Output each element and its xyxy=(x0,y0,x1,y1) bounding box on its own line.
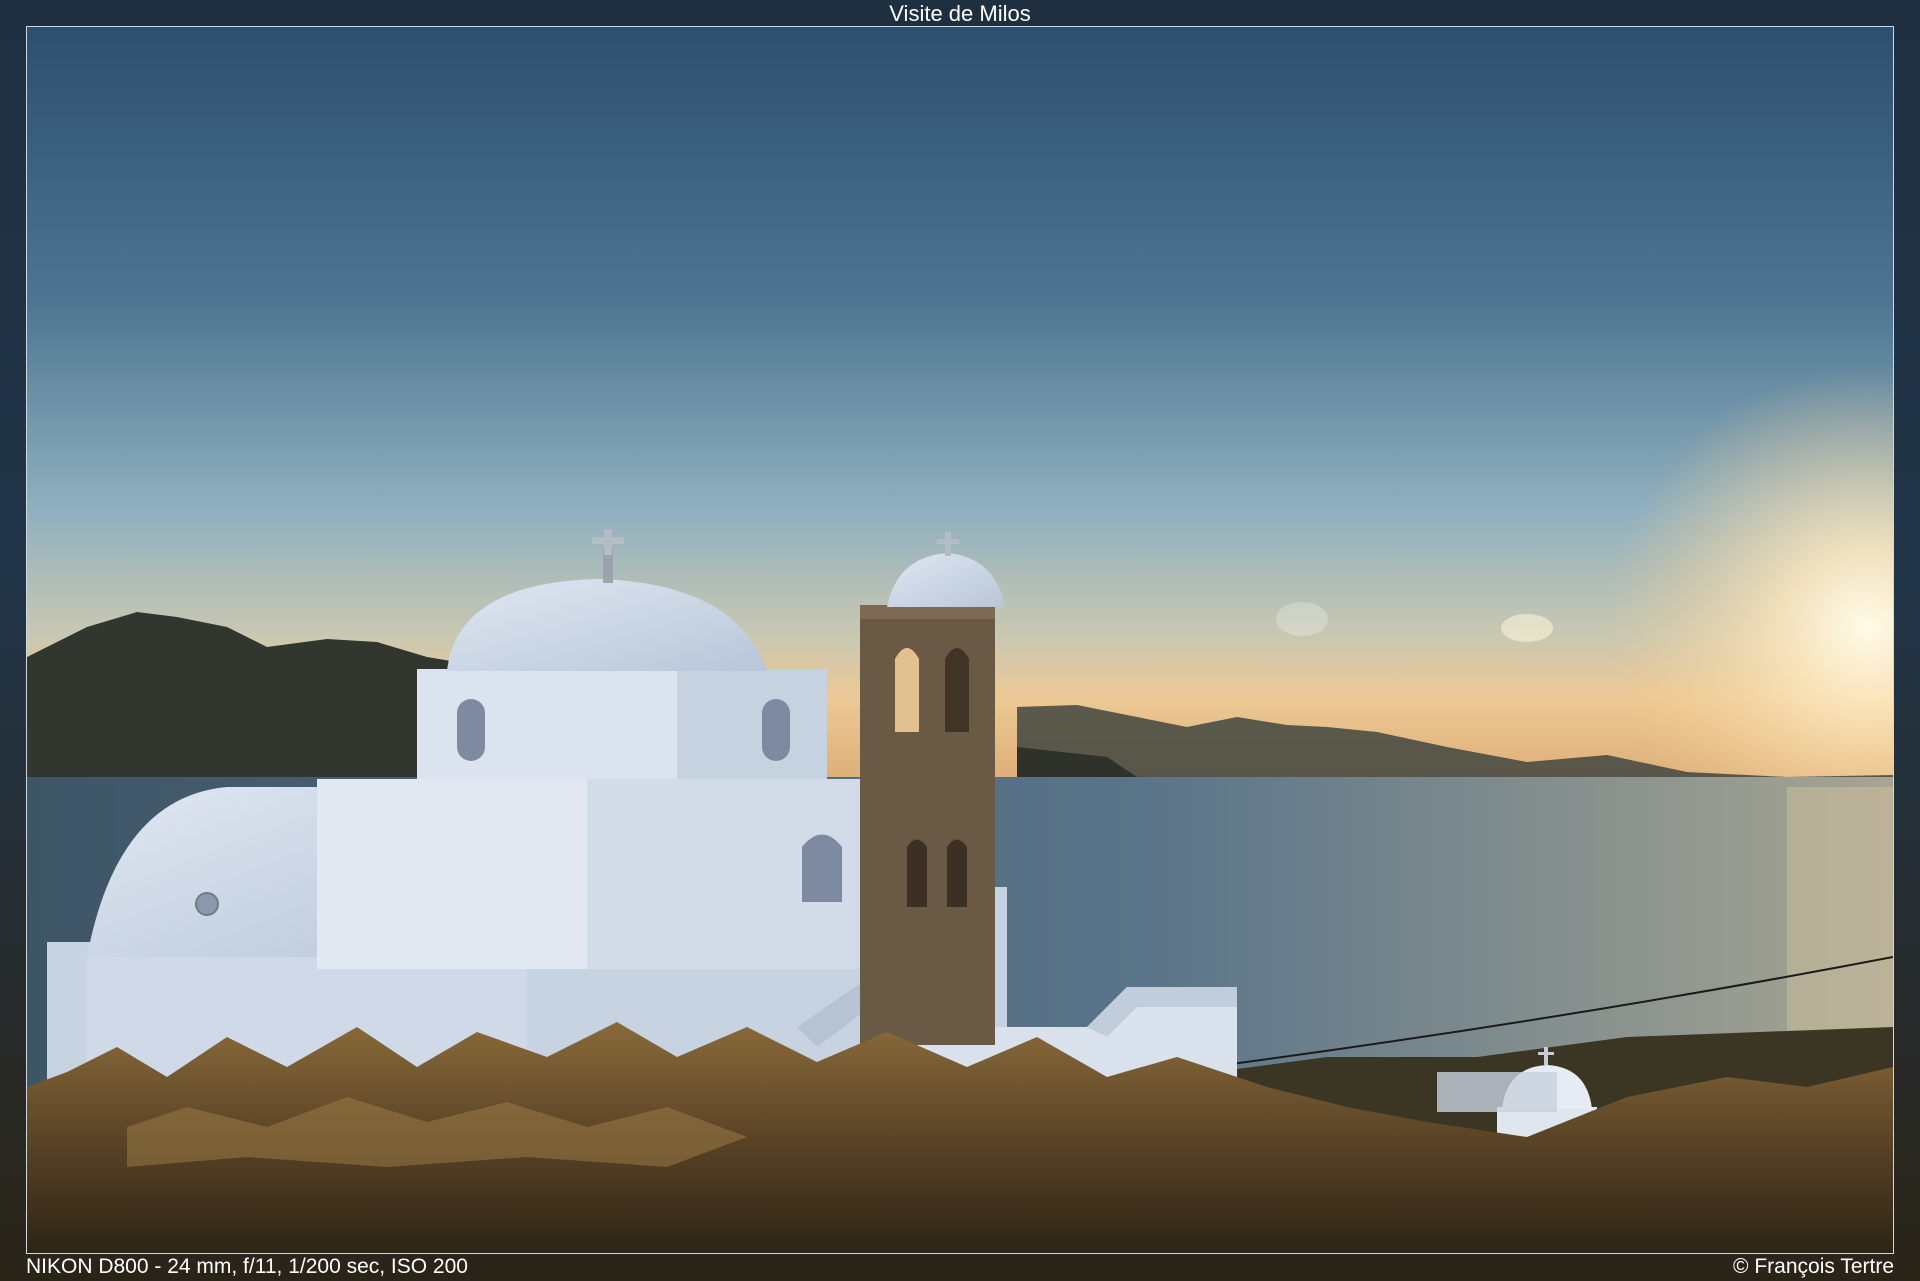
bell-opening xyxy=(907,839,927,907)
photo-viewer: Visite de Milos NIKON D800 - 24 mm, f/11… xyxy=(0,0,1920,1281)
side-window xyxy=(802,834,842,902)
tower-cross-icon xyxy=(937,539,959,544)
copyright-caption: © François Tertre xyxy=(1733,1255,1894,1278)
photo-title: Visite de Milos xyxy=(889,1,1031,26)
photo-illustration xyxy=(27,27,1893,1253)
bell-opening xyxy=(945,648,969,732)
drum-window xyxy=(762,699,790,761)
lens-flare xyxy=(1501,614,1553,642)
exif-caption: NIKON D800 - 24 mm, f/11, 1/200 sec, ISO… xyxy=(26,1255,468,1278)
photo-frame[interactable] xyxy=(26,26,1894,1254)
lens-flare xyxy=(1276,602,1328,636)
bell-opening xyxy=(947,839,967,907)
drum-window xyxy=(457,699,485,761)
bell-tower xyxy=(860,532,1005,1045)
bell-opening xyxy=(895,648,919,732)
rose-window-icon xyxy=(195,892,219,916)
